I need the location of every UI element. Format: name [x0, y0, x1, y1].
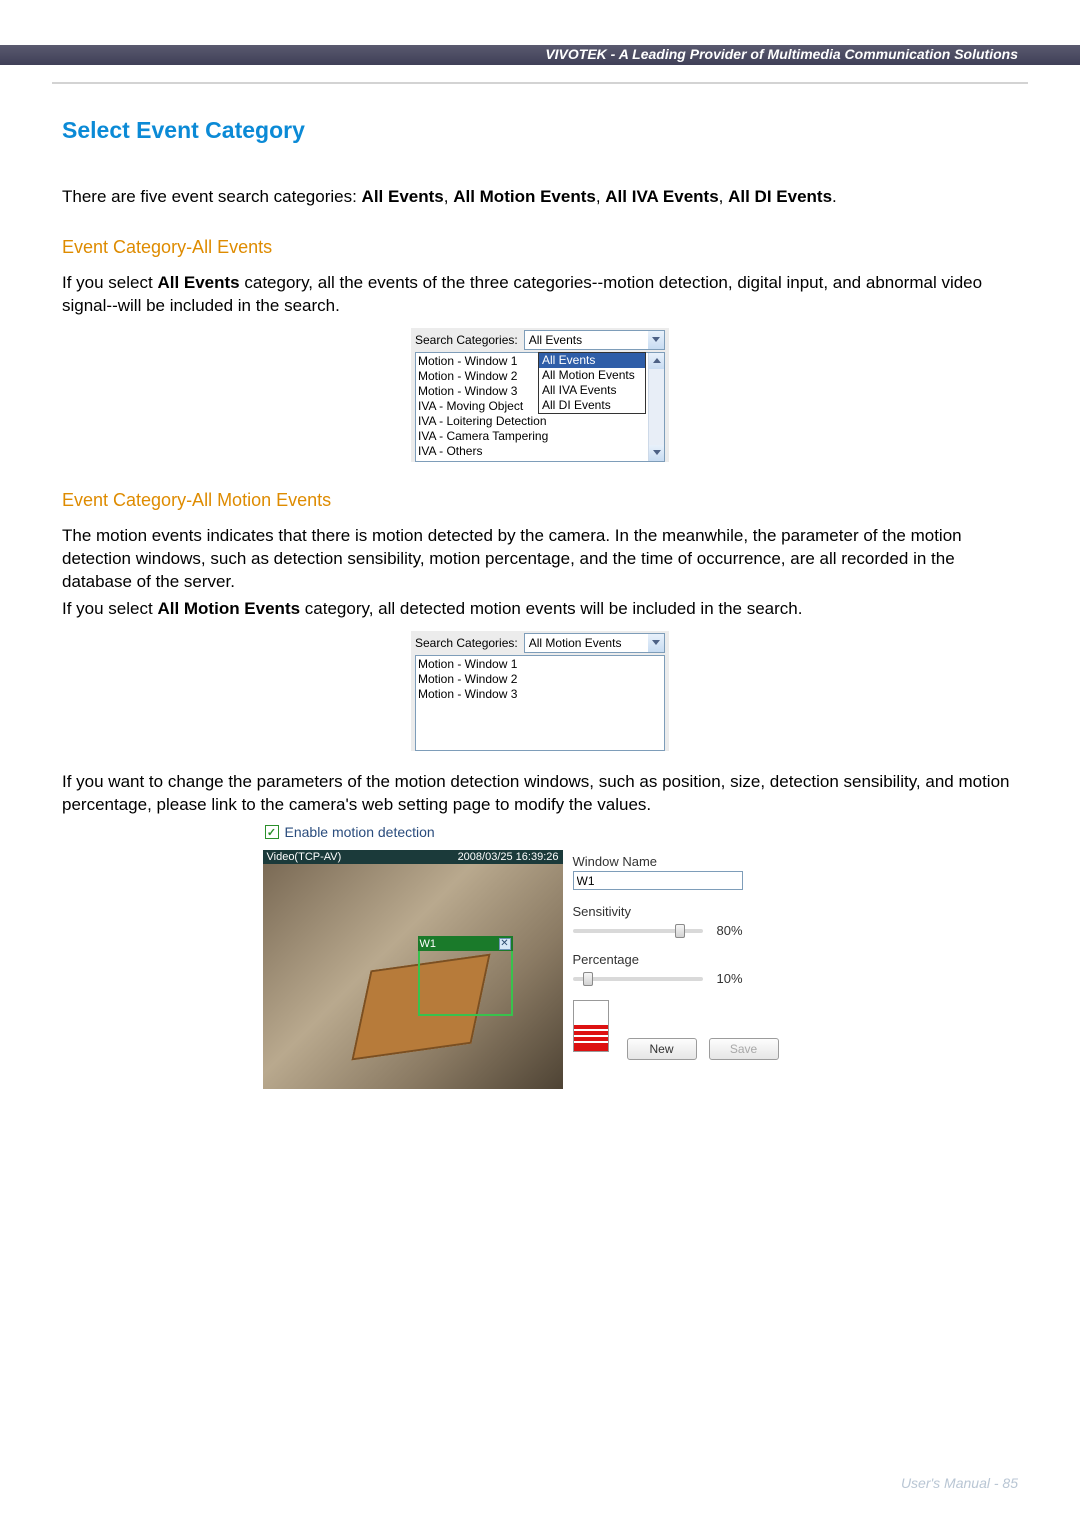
chevron-down-icon: [653, 450, 661, 455]
header-underline: [52, 82, 1028, 84]
intro-cat-1: All Events: [362, 187, 444, 206]
sec2-p3: If you want to change the parameters of …: [62, 771, 1018, 817]
screenshot-motion-settings: ✓ Enable motion detection Video(TCP-AV) …: [263, 824, 818, 1089]
sec2-p2-pre: If you select: [62, 599, 157, 618]
select-dropdown[interactable]: All Events All Motion Events All IVA Eve…: [538, 352, 646, 414]
sep: ,: [719, 187, 728, 206]
video-mode-label: Video(TCP-AV): [267, 851, 342, 863]
window-name-label: Window Name: [573, 854, 818, 869]
percentage-label: Percentage: [573, 952, 818, 967]
motion-settings-panel: Window Name Sensitivity 80% Percentage 1…: [573, 850, 818, 1089]
intro-pre: There are five event search categories:: [62, 187, 362, 206]
sec2-p2-post: category, all detected motion events wil…: [300, 599, 802, 618]
page-header: VIVOTEK - A Leading Provider of Multimed…: [0, 45, 1080, 65]
dropdown-item[interactable]: All Motion Events: [539, 368, 645, 383]
select-arrow-button[interactable]: [648, 634, 664, 652]
save-button[interactable]: Save: [709, 1038, 779, 1060]
dropdown-item[interactable]: All IVA Events: [539, 383, 645, 398]
window-name-input[interactable]: [573, 871, 743, 890]
scroll-up-button[interactable]: [649, 353, 664, 369]
sep: ,: [596, 187, 605, 206]
search-categories-select[interactable]: All Motion Events: [524, 633, 665, 653]
intro-end: .: [832, 187, 837, 206]
chevron-down-icon: [652, 640, 660, 645]
sec1-bold: All Events: [157, 273, 239, 292]
video-timestamp: 2008/03/25 16:39:26: [458, 851, 559, 863]
dropdown-item-highlighted[interactable]: All Events: [539, 353, 645, 368]
list-item[interactable]: Motion - Window 1: [418, 657, 662, 672]
scroll-down-button[interactable]: [649, 445, 664, 461]
checkbox-checked-icon[interactable]: ✓: [265, 825, 279, 839]
video-preview: Video(TCP-AV) 2008/03/25 16:39:26 W1 ✕: [263, 850, 563, 1089]
slider-thumb[interactable]: [675, 924, 685, 938]
motion-window-label: W1: [420, 938, 437, 950]
list-item[interactable]: IVA - Loitering Detection: [418, 414, 662, 429]
chevron-up-icon: [653, 358, 661, 363]
list-item[interactable]: IVA - Camera Tampering: [418, 429, 662, 444]
enable-motion-label: Enable motion detection: [285, 824, 435, 840]
sec2-p2-bold: All Motion Events: [157, 599, 300, 618]
list-item[interactable]: IVA - Others: [418, 444, 662, 459]
percentage-value: 10%: [717, 971, 743, 986]
search-categories-label: Search Categories:: [415, 333, 518, 347]
sec2-p1: The motion events indicates that there i…: [62, 525, 1018, 594]
sec2-heading: Event Category-All Motion Events: [62, 490, 1018, 511]
sensitivity-value: 80%: [717, 923, 743, 938]
chevron-down-icon: [652, 337, 660, 342]
list-item[interactable]: Motion - Window 3: [418, 687, 662, 702]
close-icon[interactable]: ✕: [499, 938, 511, 950]
intro-cat-4: All DI Events: [728, 187, 832, 206]
select-value: All Events: [525, 333, 648, 347]
list-item[interactable]: Motion - Window 2: [418, 672, 662, 687]
sec1-heading: Event Category-All Events: [62, 237, 1018, 258]
dropdown-item[interactable]: All DI Events: [539, 398, 645, 413]
sec1-text: If you select All Events category, all t…: [62, 272, 1018, 318]
sensitivity-slider[interactable]: [573, 929, 703, 933]
event-list[interactable]: Motion - Window 1 Motion - Window 2 Moti…: [416, 656, 664, 703]
search-categories-label: Search Categories:: [415, 636, 518, 650]
slider-thumb[interactable]: [583, 972, 593, 986]
search-categories-select[interactable]: All Events: [524, 330, 665, 350]
page-footer: User's Manual - 85: [901, 1475, 1018, 1491]
select-value: All Motion Events: [525, 636, 648, 650]
new-button[interactable]: New: [627, 1038, 697, 1060]
video-frame: W1 ✕: [263, 864, 563, 1089]
sec1-pre: If you select: [62, 273, 157, 292]
screenshot-motion-events: Search Categories: All Motion Events Mot…: [411, 631, 669, 751]
sensitivity-label: Sensitivity: [573, 904, 818, 919]
page-title: Select Event Category: [62, 117, 1018, 144]
intro-text: There are five event search categories: …: [62, 186, 1018, 209]
motion-indicator: [573, 1000, 609, 1052]
enable-motion-checkbox-row[interactable]: ✓ Enable motion detection: [265, 824, 818, 840]
scrollbar[interactable]: [648, 353, 664, 461]
intro-cat-2: All Motion Events: [453, 187, 596, 206]
motion-window[interactable]: W1 ✕: [418, 936, 513, 1016]
screenshot-all-events: Search Categories: All Events Motion - W…: [411, 328, 669, 462]
percentage-slider[interactable]: [573, 977, 703, 981]
select-arrow-button[interactable]: [648, 331, 664, 349]
sep: ,: [444, 187, 453, 206]
intro-cat-3: All IVA Events: [605, 187, 718, 206]
sec2-p2: If you select All Motion Events category…: [62, 598, 1018, 621]
